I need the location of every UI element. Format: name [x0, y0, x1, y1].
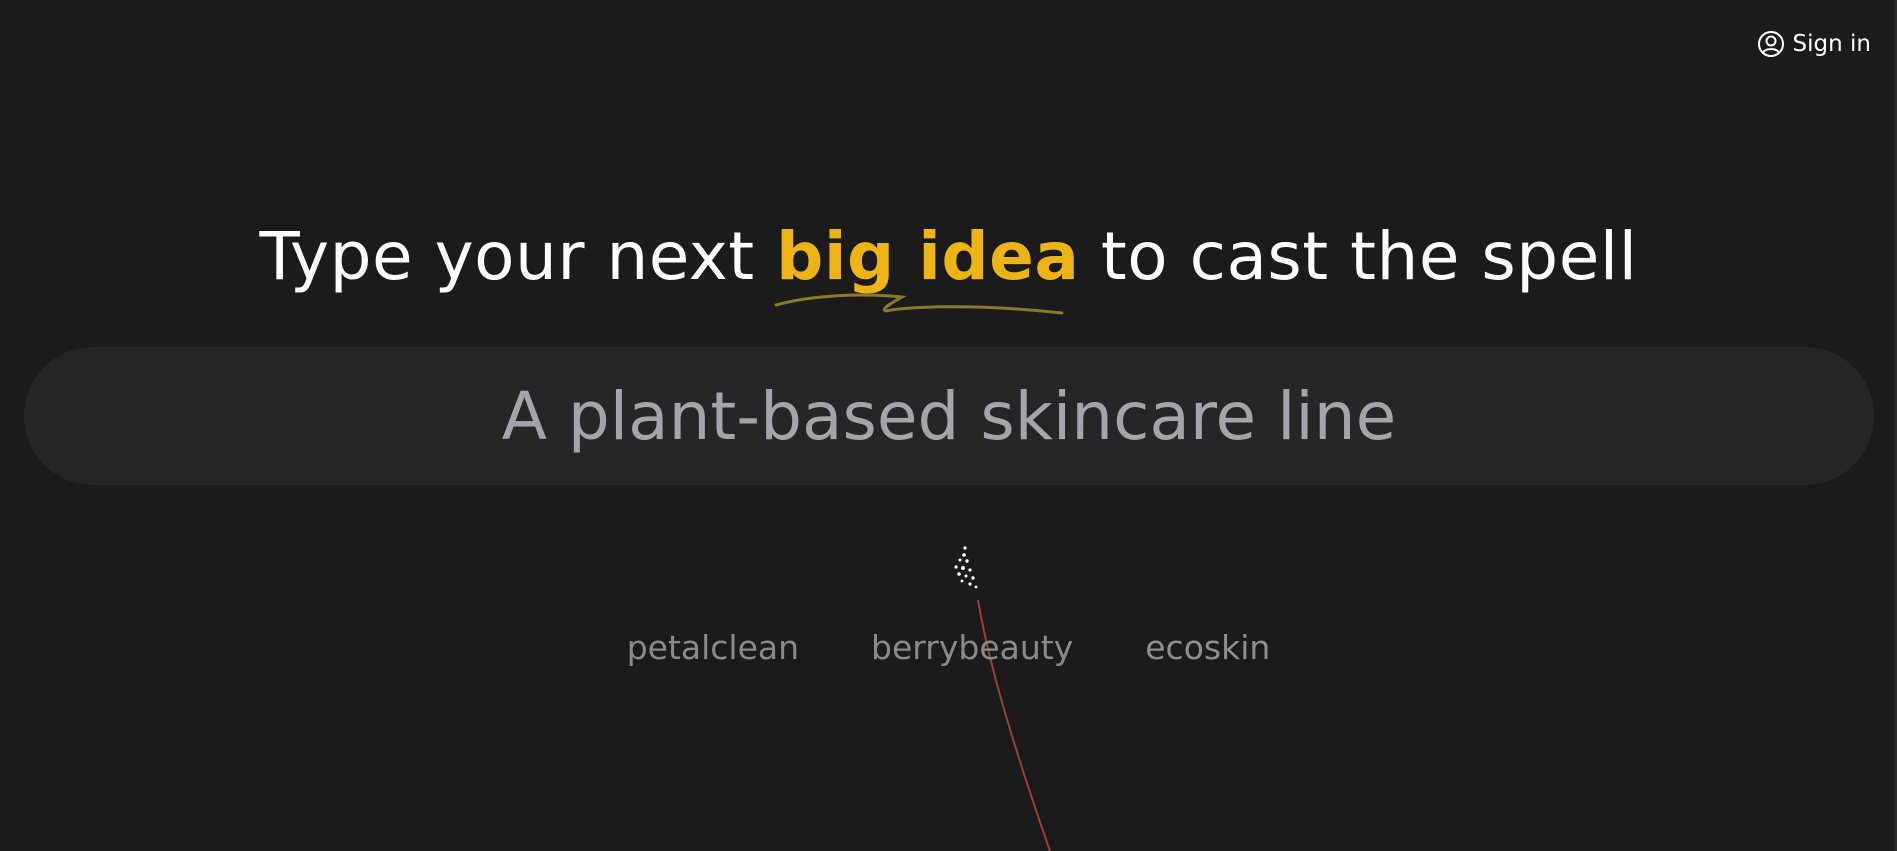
suggestion-list: petalclean berrybeauty ecoskin	[0, 628, 1897, 667]
idea-input[interactable]	[97, 376, 1801, 456]
idea-search-box	[24, 347, 1874, 485]
sign-in-button[interactable]: Sign in	[1757, 30, 1871, 58]
suggestion-petalclean[interactable]: petalclean	[627, 628, 799, 667]
headline-suffix: to cast the spell	[1079, 218, 1638, 295]
page-headline: Type your next big idea to cast the spel…	[0, 218, 1897, 315]
headline-prefix: Type your next	[259, 218, 777, 295]
sparkle-icon	[954, 546, 978, 589]
user-circle-icon	[1757, 30, 1785, 58]
sign-in-label: Sign in	[1792, 31, 1871, 57]
suggestion-ecoskin[interactable]: ecoskin	[1145, 628, 1270, 667]
headline-highlight: big idea	[774, 218, 1079, 315]
landing-page: Sign in Type your next big idea to cast …	[0, 0, 1897, 851]
suggestion-berrybeauty[interactable]: berrybeauty	[871, 628, 1073, 667]
